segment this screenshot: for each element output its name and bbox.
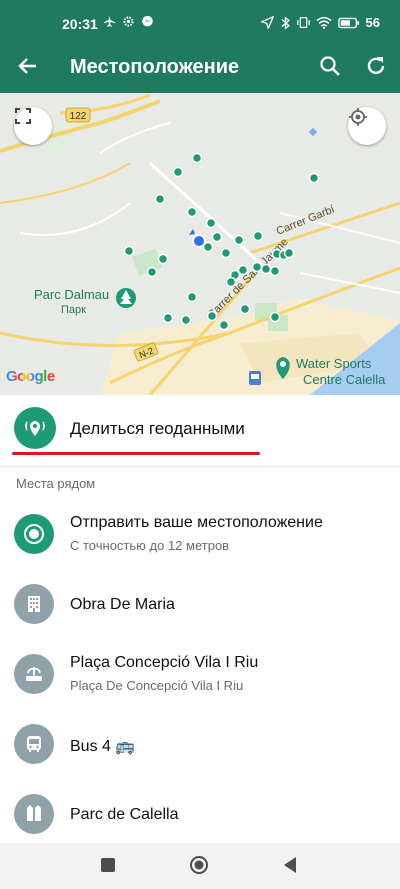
park-icon [14,794,54,834]
wifi-icon [315,16,332,29]
place-subtitle: Plaça De Concepció Vila I Riu [70,678,244,693]
battery-percent: 56 [365,15,380,30]
road-label-garbi: Carrer Garbí [275,204,337,238]
status-bar: 20:31 56 [0,0,400,40]
messenger-icon [142,15,153,27]
list-item-send-location[interactable]: Отправить ваше местоположение С точность… [0,500,400,572]
park-pin-icon[interactable] [116,288,136,308]
battery-icon [337,17,359,28]
park-dalmau-label: Parc Dalmau [34,287,110,302]
gear-icon [123,16,134,27]
water-sports-label-1: Water Sports [296,356,372,371]
back-button[interactable] [282,856,298,874]
place-name: Отправить ваше местоположение [70,514,323,531]
location-arrow-icon [260,16,274,29]
building-icon [14,584,54,624]
place-name: Plaça Concepció Vila I Riu [70,654,259,671]
bluetooth-icon [281,15,290,30]
place-name: Bus 4 🚌 [70,738,136,755]
search-icon[interactable] [318,54,342,78]
map-view[interactable]: 122 Carrer Garbí Carrer de Sant Jaume N-… [0,93,400,395]
share-live-location-row[interactable]: Делиться геоданными [0,395,400,465]
my-location-button[interactable] [348,107,386,145]
my-location-dot [192,234,206,248]
refresh-icon[interactable] [364,54,388,78]
place-subtitle: С точностью до 12 метров [70,538,230,553]
list-item-bus-4[interactable]: Bus 4 🚌 [0,710,400,782]
fullscreen-button[interactable] [14,107,52,145]
list-item-obra-de-maria[interactable]: Obra De Maria [0,570,400,642]
road-shield-122: 122 [70,111,87,122]
fountain-icon [14,654,54,694]
google-logo: Google [6,368,55,385]
list-item-parc-de-calella[interactable]: Parc de Calella [0,780,400,852]
recents-button[interactable] [100,857,116,873]
place-name: Obra De Maria [70,596,175,613]
water-sports-label-2: Centre Calella [303,372,386,387]
divider [0,466,400,467]
bus-icon [14,724,54,764]
status-notification-icons [103,15,154,28]
crosshair-icon [349,108,367,126]
park-type-label: Парк [61,304,86,316]
share-live-location-label: Делиться геоданными [70,419,245,438]
current-location-icon [14,514,54,554]
system-nav-bar [0,843,400,889]
back-arrow-icon[interactable] [16,54,40,78]
map-canvas: 122 Carrer Garbí Carrer de Sant Jaume N-… [0,93,400,395]
status-system-icons: 56 [260,15,380,30]
airplane-icon [103,15,116,27]
live-location-icon [14,407,56,449]
page-title: Местоположение [70,56,240,78]
nearby-places-header: Места рядом [16,476,96,491]
fullscreen-icon [15,108,31,124]
list-item-placa-concepcio[interactable]: Plaça Concepció Vila I Riu Plaça De Conc… [0,640,400,712]
place-name: Parc de Calella [70,806,179,823]
red-underline [12,452,260,455]
home-button[interactable] [189,855,209,875]
transit-icon [249,371,261,385]
vibrate-icon [296,17,310,28]
app-bar: Местоположение [0,40,400,93]
status-time: 20:31 [62,16,98,32]
